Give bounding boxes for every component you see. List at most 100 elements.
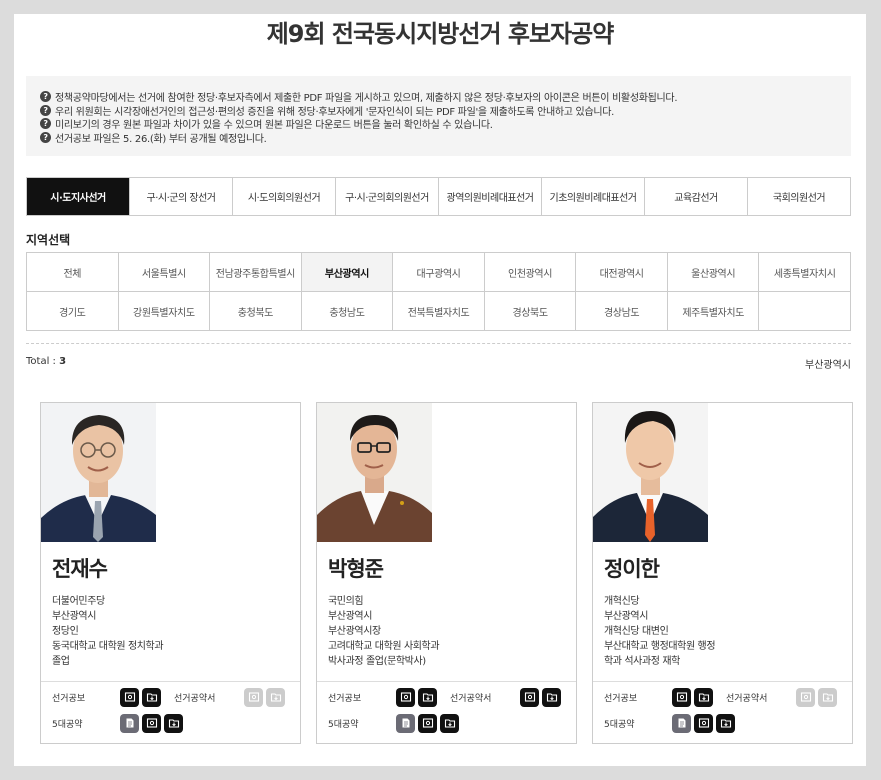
preview-icon — [422, 718, 433, 728]
tab-local-head[interactable]: 구·시·군의 장선거 — [130, 178, 233, 215]
five-pledges-label: 5대공약 — [604, 719, 635, 730]
candidate-education: 학과 석사과정 재학 — [604, 656, 680, 667]
download-icon — [720, 719, 731, 728]
tab-education[interactable]: 교육감선거 — [645, 178, 748, 215]
candidate-list: 전재수 더불어민주당 부산광역시 정당인 동국대학교 대학원 정치학과 졸업 선… — [40, 402, 853, 744]
notice-line: ? 정책공약마당에서는 선거에 참여한 정당·후보자측에서 제출한 PDF 파일을… — [40, 90, 837, 104]
file-row: 5대공약 — [328, 713, 462, 733]
page-title: 제9회 전국동시지방선거 후보자공약 — [266, 20, 615, 48]
preview-button-disabled — [796, 687, 815, 707]
download-button[interactable] — [716, 713, 735, 733]
document-button[interactable] — [672, 713, 691, 733]
candidate-job: 정당인 — [52, 626, 79, 637]
download-button[interactable] — [440, 713, 459, 733]
document-button[interactable] — [396, 713, 415, 733]
download-icon — [168, 719, 179, 728]
candidate-card: 전재수 더불어민주당 부산광역시 정당인 동국대학교 대학원 정치학과 졸업 선… — [40, 402, 301, 744]
region-chungnam[interactable]: 충청남도 — [301, 292, 394, 331]
download-icon — [146, 693, 157, 702]
gongbo-label: 선거공보 — [52, 693, 86, 704]
preview-button[interactable] — [694, 713, 713, 733]
download-button[interactable] — [164, 713, 183, 733]
five-pledges-label: 5대공약 — [52, 719, 83, 730]
region-daejeon[interactable]: 대전광역시 — [576, 253, 668, 292]
preview-button[interactable] — [120, 687, 139, 707]
region-ulsan[interactable]: 울산광역시 — [667, 253, 760, 292]
candidate-education: 졸업 — [52, 656, 70, 667]
download-icon — [422, 693, 433, 702]
card-divider — [593, 681, 852, 682]
gongyakseo-label: 선거공약서 — [174, 693, 216, 704]
download-button[interactable] — [142, 687, 161, 707]
candidate-card: 정이한 개혁신당 부산광역시 개혁신당 대변인 부산대학교 행정대학원 행정 학… — [592, 402, 853, 744]
total-count: Total : 3 — [26, 356, 67, 367]
candidate-name: 박형준 — [328, 557, 384, 581]
region-seoul[interactable]: 서울특별시 — [118, 253, 211, 292]
region-incheon[interactable]: 인천광역시 — [484, 253, 577, 292]
tab-provincial-council[interactable]: 시·도의회의원선거 — [233, 178, 336, 215]
download-icon — [546, 693, 557, 702]
notice-line: ? 미리보기의 경우 원본 파일과 차이가 있을 수 있으며 원본 파일은 다운로… — [40, 117, 837, 131]
region-jeonnam-gwangju[interactable]: 전남광주통합특별시 — [210, 253, 302, 292]
tab-national-assembly[interactable]: 국회의원선거 — [748, 178, 850, 215]
preview-icon — [524, 692, 535, 702]
candidate-job: 부산광역시장 — [328, 626, 381, 637]
preview-button[interactable] — [672, 687, 691, 707]
region-sejong[interactable]: 세종특별자치시 — [759, 253, 851, 292]
region-label: 지역선택 — [26, 233, 71, 247]
download-icon — [444, 719, 455, 728]
candidate-photo — [317, 403, 432, 542]
download-button[interactable] — [542, 687, 561, 707]
preview-icon — [800, 692, 811, 702]
region-gyeongnam[interactable]: 경상남도 — [576, 292, 668, 331]
candidate-region: 부산광역시 — [328, 611, 373, 622]
candidate-party: 개혁신당 — [604, 596, 640, 607]
preview-icon — [676, 692, 687, 702]
candidate-photo — [593, 403, 708, 542]
region-daegu[interactable]: 대구광역시 — [393, 253, 485, 292]
region-jeonbuk[interactable]: 전북특별자치도 — [393, 292, 485, 331]
region-gangwon[interactable]: 강원특별자치도 — [118, 292, 211, 331]
preview-button[interactable] — [418, 713, 437, 733]
candidate-party: 국민의힘 — [328, 596, 364, 607]
preview-button[interactable] — [520, 687, 539, 707]
tab-provincial-proportional[interactable]: 광역의원비례대표선거 — [439, 178, 542, 215]
preview-icon — [248, 692, 259, 702]
candidate-card: 박형준 국민의힘 부산광역시 부산광역시장 고려대학교 대학원 사회학과 박사과… — [316, 402, 577, 744]
region-gyeongbuk[interactable]: 경상북도 — [484, 292, 577, 331]
candidate-education: 동국대학교 대학원 정치학과 — [52, 641, 164, 652]
question-icon: ? — [40, 131, 51, 143]
download-button[interactable] — [694, 687, 713, 707]
candidate-info: 국민의힘 부산광역시 부산광역시장 고려대학교 대학원 사회학과 박사과정 졸업… — [328, 594, 568, 669]
candidate-region: 부산광역시 — [52, 611, 97, 622]
region-empty-cell — [759, 292, 851, 331]
candidate-job: 개혁신당 대변인 — [604, 626, 669, 637]
region-busan[interactable]: 부산광역시 — [301, 253, 394, 292]
question-icon: ? — [40, 118, 51, 130]
file-row: 5대공약 — [604, 713, 738, 733]
candidate-name: 정이한 — [604, 557, 660, 581]
gongbo-label: 선거공보 — [328, 693, 362, 704]
preview-icon — [124, 692, 135, 702]
region-jeju[interactable]: 제주특별자치도 — [667, 292, 760, 331]
document-icon — [678, 718, 685, 728]
candidate-party: 더불어민주당 — [52, 596, 105, 607]
region-gyeonggi[interactable]: 경기도 — [27, 292, 119, 331]
candidate-education: 박사과정 졸업(문학박사) — [328, 656, 426, 667]
region-chungbuk[interactable]: 충청북도 — [210, 292, 302, 331]
region-grid: 전체 서울특별시 전남광주통합특별시 부산광역시 대구광역시 인천광역시 대전광… — [26, 252, 851, 331]
divider — [26, 343, 851, 344]
selected-region-text: 부산광역시 — [805, 360, 851, 371]
download-button[interactable] — [418, 687, 437, 707]
region-all[interactable]: 전체 — [27, 253, 119, 292]
document-icon — [126, 718, 133, 728]
tab-governor[interactable]: 시·도지사선거 — [27, 178, 130, 215]
preview-button[interactable] — [142, 713, 161, 733]
card-divider — [41, 681, 300, 682]
preview-button[interactable] — [396, 687, 415, 707]
document-button[interactable] — [120, 713, 139, 733]
tab-local-proportional[interactable]: 기초의원비례대표선거 — [542, 178, 645, 215]
file-row: 선거공보 선거공약서 — [52, 687, 288, 707]
tab-local-council[interactable]: 구·시·군의회의원선거 — [336, 178, 439, 215]
page: 제9회 전국동시지방선거 후보자공약 ? 정책공약마당에서는 선거에 참여한 정당… — [14, 14, 866, 766]
